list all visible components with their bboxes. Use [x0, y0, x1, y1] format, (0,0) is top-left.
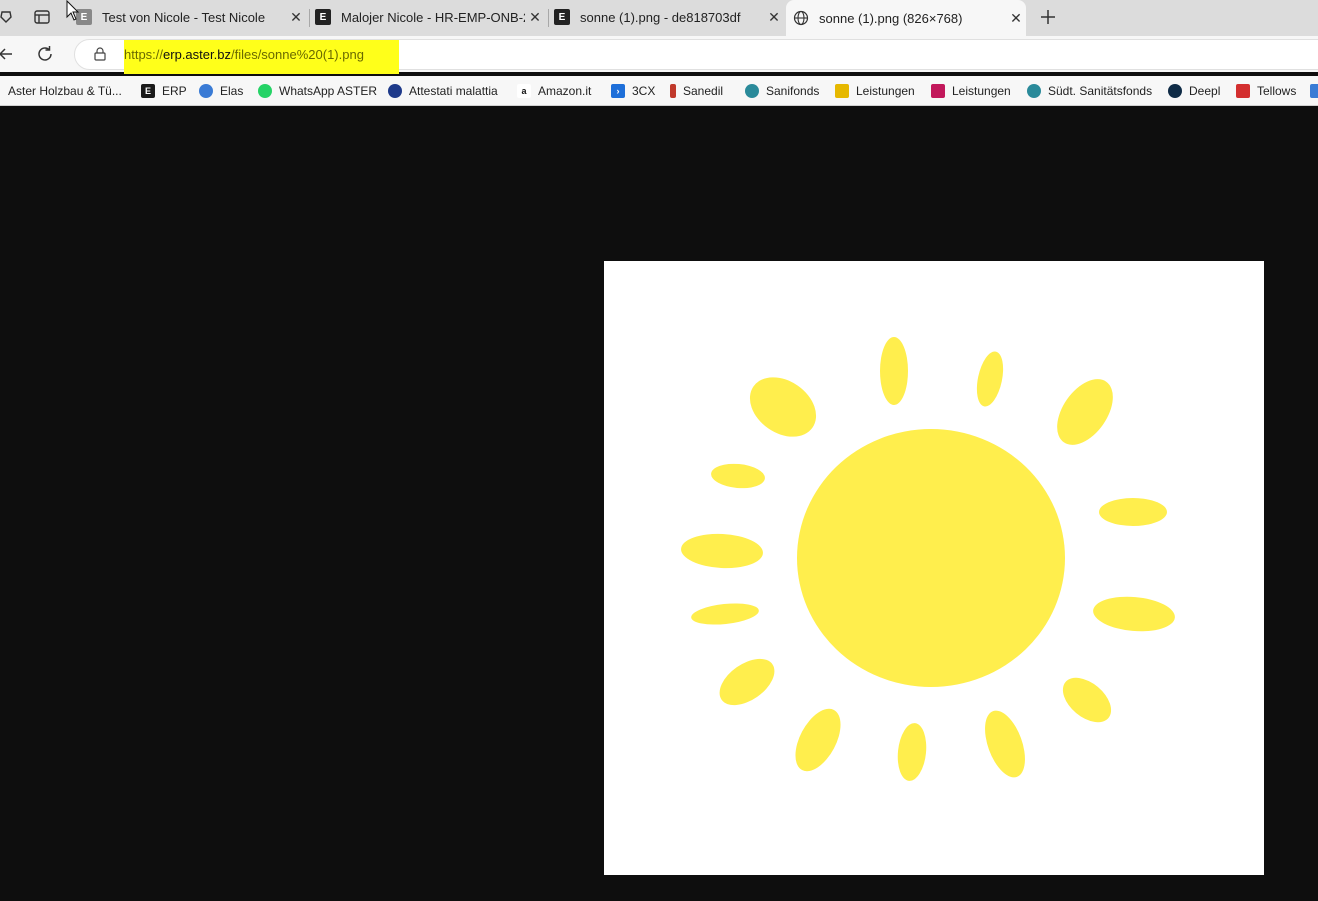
bookmark-amazon[interactable]: a Amazon.it	[517, 82, 591, 100]
sun-ray	[1099, 498, 1167, 526]
bookmark-overflow[interactable]	[1310, 82, 1318, 100]
bookmark-label: Attestati malattia	[409, 84, 498, 98]
bookmark-label: Südt. Sanitätsfonds	[1048, 84, 1153, 98]
sun-ray	[691, 603, 759, 625]
sanitaetsfonds-icon	[1027, 84, 1041, 98]
tab-title: sonne (1).png - de818703df	[580, 9, 741, 25]
bookmark-erp[interactable]: E ERP	[141, 82, 187, 100]
whatsapp-icon	[258, 84, 272, 98]
sun-ray	[749, 377, 817, 437]
bookmark-deepl[interactable]: Deepl	[1168, 82, 1220, 100]
sun-ray	[985, 710, 1025, 778]
bookmark-label: Aster Holzbau & Tü...	[8, 84, 122, 98]
bookmark-suedt-sanitaetsfonds[interactable]: Südt. Sanitätsfonds	[1027, 82, 1152, 100]
3cx-icon: ›	[611, 84, 625, 98]
bookmark-3cx[interactable]: › 3CX	[611, 82, 655, 100]
tab-divider	[548, 9, 549, 27]
sun-ray	[1062, 677, 1112, 723]
sun-ray	[880, 337, 908, 405]
tab-malojer-nicole[interactable]: E Malojer Nicole - HR-EMP-ONB-20 ✕	[315, 0, 545, 34]
amazon-icon: a	[517, 84, 531, 98]
url-host: erp.aster.bz	[163, 47, 231, 62]
sun-ray	[681, 533, 763, 569]
sun-ray	[976, 351, 1004, 407]
bookmarks-bar: Aster Holzbau & Tü... E ERP Elas WhatsAp…	[0, 76, 1318, 106]
refresh-icon[interactable]	[36, 45, 54, 63]
bookmark-label: Sanifonds	[766, 84, 820, 98]
bookmark-label: 3CX	[632, 84, 656, 98]
tab-title: Test von Nicole - Test Nicole	[102, 9, 266, 25]
bookmark-label: Sanedil	[683, 84, 724, 98]
telephone-icon	[1236, 84, 1250, 98]
tab-actions-icon[interactable]	[34, 10, 50, 24]
bookmark-label: Amazon.it	[538, 84, 592, 98]
sun-ray	[1057, 379, 1113, 445]
erp-favicon-icon: E	[315, 9, 331, 25]
close-tab-icon[interactable]: ✕	[764, 7, 784, 27]
bookmark-label: Tellows	[1257, 84, 1297, 98]
sun-ray	[1093, 596, 1175, 632]
leistungen-icon	[931, 84, 945, 98]
sanifonds-icon	[745, 84, 759, 98]
bookmark-elas[interactable]: Elas	[199, 82, 243, 100]
close-tab-icon[interactable]: ✕	[1006, 8, 1026, 28]
close-tab-icon[interactable]: ✕	[525, 7, 545, 27]
erp-favicon-icon: E	[554, 9, 570, 25]
bookmark-leistungen-2[interactable]: Leistungen	[931, 82, 1011, 100]
erp-icon: E	[141, 84, 155, 98]
bookmark-label: Leistungen	[856, 84, 915, 98]
bookmark-aster-holzbau[interactable]: Aster Holzbau & Tü...	[0, 82, 122, 100]
sun-ray	[795, 708, 841, 772]
displayed-image[interactable]	[604, 261, 1264, 875]
close-tab-icon[interactable]: ✕	[286, 7, 306, 27]
mouse-cursor-icon	[66, 0, 80, 21]
bookmark-label: ERP	[162, 84, 187, 98]
lock-icon[interactable]	[94, 47, 106, 61]
bookmark-tellows[interactable]: Tellows	[1236, 82, 1296, 100]
tab-sonne-file[interactable]: E sonne (1).png - de818703df ✕	[554, 0, 784, 34]
workspaces-icon[interactable]	[0, 10, 12, 24]
tab-title: sonne (1).png (826×768)	[819, 10, 963, 26]
bookmark-favicon-icon	[1310, 84, 1318, 98]
url-scheme: https://	[124, 47, 164, 62]
sun-ray	[711, 463, 765, 489]
elas-icon	[199, 84, 213, 98]
bookmark-attestati-malattia[interactable]: Attestati malattia	[388, 82, 498, 100]
inps-icon	[388, 84, 402, 98]
bookmark-label: Leistungen	[952, 84, 1011, 98]
bookmark-label: WhatsApp ASTER	[279, 84, 378, 98]
sun-illustration	[681, 337, 1175, 781]
url-text[interactable]: https://erp.aster.bz/files/sonne%20(1).p…	[124, 47, 364, 62]
sun-ray	[719, 658, 775, 706]
bookmark-whatsapp-aster[interactable]: WhatsApp ASTER	[258, 82, 377, 100]
bookmark-sanedil[interactable]: Sanedil	[670, 82, 723, 100]
bookmark-label: Elas	[220, 84, 244, 98]
sanedil-icon	[670, 84, 676, 98]
bookmark-sanifonds[interactable]: Sanifonds	[745, 82, 819, 100]
sun-disc	[797, 429, 1065, 687]
leistungen-icon	[835, 84, 849, 98]
bookmark-label: Deepl	[1189, 84, 1221, 98]
sun-ray	[897, 723, 927, 781]
back-icon[interactable]	[0, 46, 14, 62]
tab-divider	[309, 9, 310, 27]
new-tab-icon[interactable]	[1038, 7, 1058, 27]
url-path: /files/sonne%20(1).png	[230, 47, 364, 62]
globe-icon	[793, 10, 809, 26]
deepl-icon	[1168, 84, 1182, 98]
tab-title: Malojer Nicole - HR-EMP-ONB-20	[341, 9, 525, 25]
bookmark-leistungen-1[interactable]: Leistungen	[835, 82, 915, 100]
tab-test-nicole[interactable]: E Test von Nicole - Test Nicole ✕	[76, 0, 306, 34]
tab-sonne-image-active[interactable]: sonne (1).png (826×768) ✕	[786, 0, 1026, 36]
tab-bar: E Test von Nicole - Test Nicole ✕ E Malo…	[0, 0, 1318, 36]
